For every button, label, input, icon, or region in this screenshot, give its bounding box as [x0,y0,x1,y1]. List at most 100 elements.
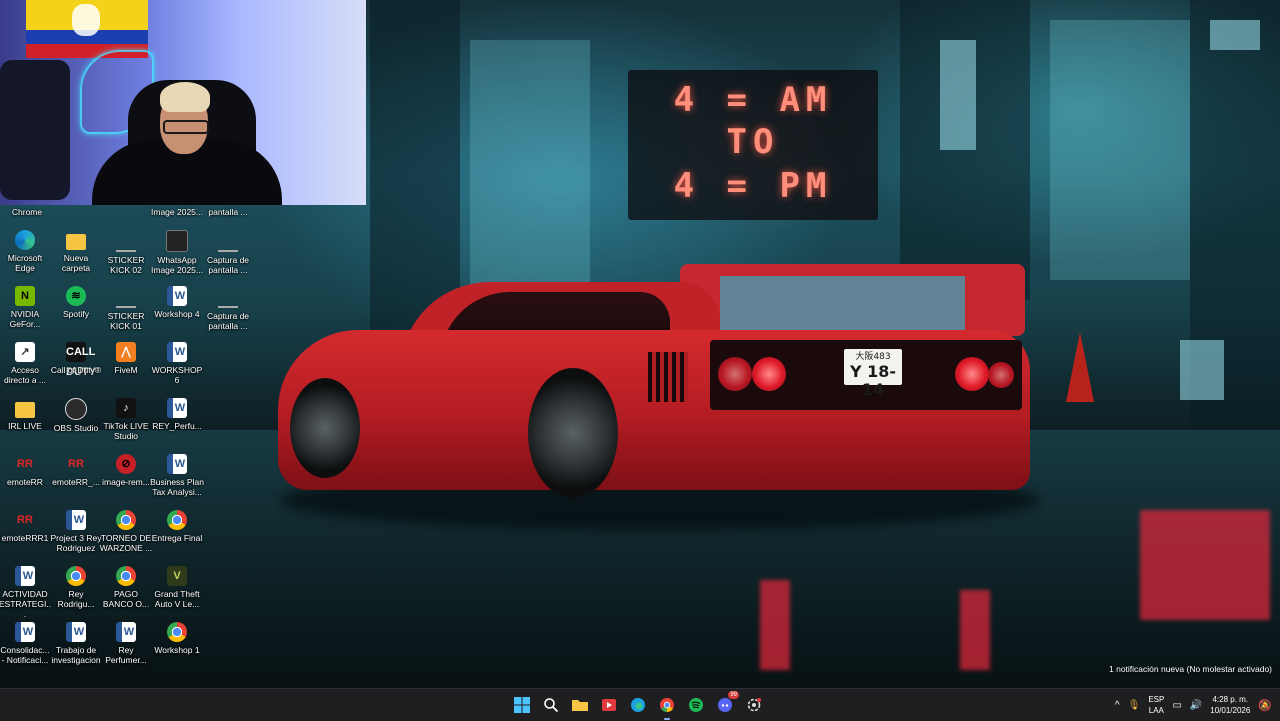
spotify-button[interactable] [684,693,708,717]
red-app-icon [602,699,616,711]
desktop-icon-rey-perfu[interactable]: W REY_Perfu... [150,398,204,431]
notification-bell-icon[interactable]: 🔕 [1258,699,1272,712]
chrome-icon [167,622,187,642]
word-icon: W [15,566,35,586]
desktop-icon-microsoft-edge[interactable]: Microsoft Edge [0,230,52,273]
nvidia-icon: N [15,286,35,306]
chrome-icon [116,510,136,530]
image-icon [166,230,188,252]
desktop-icon-call-of-duty[interactable]: CALL DUTY Call of Duty® [49,342,103,378]
search-icon [544,698,559,713]
word-icon: W [167,286,187,306]
desktop-icon-whatsapp-image[interactable]: WhatsApp Image 2025... [150,230,204,275]
sign-line-1: 4 = AM [673,80,833,120]
discord-button[interactable]: 99 [713,691,739,717]
desktop-icon-screenshot[interactable]: pantalla ... [201,207,255,217]
obs-icon [65,398,87,420]
tiktok-icon: ♪ [116,398,136,418]
desktop-icon-rey-rodrigu[interactable]: Rey Rodrigu... [49,566,103,609]
desktop-icon-image[interactable]: Image 2025... [150,207,204,217]
chevron-up-icon[interactable]: ^ [1115,700,1120,711]
desktop-icon-nvidia[interactable]: N NVIDIA GeFor... [0,286,52,329]
desktop-icon-workshop-6[interactable]: W WORKSHOP 6 [150,342,204,385]
desktop-icon-workshop-1[interactable]: Workshop 1 [150,622,204,655]
flag-seal [72,4,100,36]
word-icon: W [116,622,136,642]
image-icon [116,296,136,308]
discord-badge: 99 [728,691,739,699]
plate-number: Y 18-14 [849,362,897,399]
desktop-icon-trabajo[interactable]: W Trabajo de investigacion [49,622,103,665]
desktop-icon-sticker-kick-01[interactable]: STICKER KICK 01 [99,286,153,331]
desktop-icon-rey-perfumer[interactable]: W Rey Perfumer... [99,622,153,665]
desktop-icon-emoterr[interactable]: RR emoteRR [0,454,52,487]
desktop-icon-consolidac[interactable]: W Consolidac... - Notificaci... [0,622,52,665]
desktop-icon-obs-studio[interactable]: OBS Studio [49,398,103,433]
app-red-button[interactable] [597,693,621,717]
word-icon: W [167,454,187,474]
clock[interactable]: 4:28 p. m. 10/01/2026 [1210,694,1250,716]
desktop-icon-emoterr-2[interactable]: RR emoteRR_... [49,454,103,487]
chrome-icon [167,510,187,530]
spotify-icon [689,698,703,712]
app-gear-button[interactable] [742,693,766,717]
desktop-icon-captura-1[interactable]: Captura de pantalla ... [201,230,255,275]
folder-icon [66,234,86,250]
desktop-icon-emoterrr1[interactable]: RR emoteRRR1 [0,510,52,543]
red-reflection [760,580,790,670]
edge-button[interactable] [626,693,650,717]
desktop-icon-nueva-carpeta[interactable]: Nueva carpeta [49,230,103,273]
discord-icon [718,698,732,712]
gta-icon: V [167,566,187,586]
clock-time: 4:28 p. m. [1212,695,1249,704]
rr-icon: RR [17,458,33,470]
desktop-icon-pago-banco[interactable]: PAGO BANCO O... [99,566,153,609]
image-icon [218,240,238,252]
desktop-icon-spotify[interactable]: ≋ Spotify [49,286,103,319]
notification-status-text: 1 notificación nueva (No molestar activa… [1109,664,1272,674]
desktop-icon-captura-2[interactable]: Captura de pantalla ... [201,286,255,331]
background-chair [0,60,70,200]
edge-icon [631,698,645,712]
desktop-icon-sticker-kick-02[interactable]: STICKER KICK 02 [99,230,153,275]
license-plate: 大阪483 Y 18-14 [844,349,902,399]
chrome-button[interactable] [655,693,679,720]
desktop-icon-tiktok-live-studio[interactable]: ♪ TikTok LIVE Studio [99,398,153,441]
red-reflection [1140,510,1270,620]
plate-top-text: 大阪483 [855,352,891,362]
chrome-icon [66,566,86,586]
file-explorer-button[interactable] [568,693,592,717]
word-icon: W [66,622,86,642]
sign-line-2: TO [726,122,780,162]
start-button[interactable] [510,693,534,717]
taskbar-apps: 99 [510,691,766,720]
desktop-icon-actividad[interactable]: W ACTIVIDAD ESTRATEGI... [0,566,52,619]
car-wheel [528,368,618,498]
gear-icon [747,698,761,712]
search-button[interactable] [539,693,563,717]
desktop-icon-irl-live[interactable]: IRL LIVE [0,398,52,431]
desktop-icon-fivem[interactable]: ⋀ FiveM [99,342,153,375]
windows-icon [514,697,530,713]
desktop-icon-image-rem[interactable]: ⊘ image-rem... [99,454,153,487]
call-of-duty-icon: CALL DUTY [66,342,96,378]
desktop-icon-workshop-4[interactable]: W Workshop 4 [150,286,204,319]
spotify-icon: ≋ [66,286,86,306]
red-reflection [960,590,990,670]
language-indicator[interactable]: ESP LAA [1148,694,1164,716]
clock-date: 10/01/2026 [1210,706,1251,715]
image-icon [116,240,136,252]
window-light [1180,340,1224,400]
volume-icon[interactable]: 🔊 [1190,700,1202,711]
desktop-icon-chrome[interactable]: Chrome [0,207,54,217]
streamer-cap [160,82,210,112]
desktop-icon-business-plan[interactable]: W Business Plan Tax Analysi... [150,454,204,497]
desktop-icon-entrega-final[interactable]: Entrega Final [150,510,204,543]
neon-sign: 4 = AM TO 4 = PM [628,70,878,220]
desktop-icon-torneo-warzone[interactable]: TORNEO DE WARZONE ... [99,510,153,553]
desktop-icon-acceso-directo[interactable]: ↗ Acceso directo a ... [0,342,52,385]
network-icon[interactable]: ▭ [1172,700,1181,711]
desktop-icon-gta-v[interactable]: V Grand Theft Auto V Le... [150,566,204,609]
desktop-icon-project-3[interactable]: W Project 3 Rey Rodriguez [49,510,103,553]
microphone-icon[interactable]: 🎙 [1128,700,1141,711]
